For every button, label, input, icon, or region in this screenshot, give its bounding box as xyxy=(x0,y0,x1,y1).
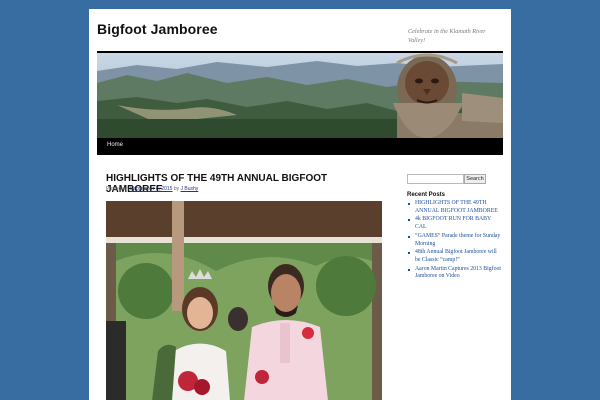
main-navigation: Home xyxy=(97,138,503,155)
posted-on-label: Posted on xyxy=(106,186,129,192)
nav-item-home[interactable]: Home xyxy=(107,142,123,148)
recent-posts-title: Recent Posts xyxy=(407,192,446,198)
post-meta: Posted on September 8, 2015 by J Bushy xyxy=(106,186,198,192)
recent-post-link[interactable]: HIGHLIGHTS OF THE 49TH ANNUAL BIGFOOT JA… xyxy=(407,200,502,215)
site-tagline: Celebrate in the Klamath River Valley! xyxy=(408,28,486,44)
recent-posts-list: HIGHLIGHTS OF THE 49TH ANNUAL BIGFOOT JA… xyxy=(407,200,502,282)
post-author-link[interactable]: J Bushy xyxy=(181,186,199,192)
recent-post-link[interactable]: 48th Annual Bigfoot Jamboree will be Cla… xyxy=(407,249,502,264)
post-date-link[interactable]: September 8, 2015 xyxy=(130,186,173,192)
recent-post-link[interactable]: Aaron Martin Captures 2013 Bigfoot Jambo… xyxy=(407,266,502,281)
site-title[interactable]: Bigfoot Jamboree xyxy=(97,21,218,37)
recent-post-link[interactable]: “GAMES” Parade theme for Sunday Morning xyxy=(407,233,502,248)
search-button[interactable]: Search xyxy=(464,174,486,184)
recent-post-link[interactable]: 4k BIGFOOT RUN FOR BABY CAL xyxy=(407,216,502,231)
post-photo xyxy=(106,201,382,400)
search-input[interactable] xyxy=(407,174,464,184)
by-label: by xyxy=(173,186,180,192)
page-container: Bigfoot Jamboree Celebrate in the Klamat… xyxy=(89,9,511,400)
header-banner-image xyxy=(97,53,503,138)
